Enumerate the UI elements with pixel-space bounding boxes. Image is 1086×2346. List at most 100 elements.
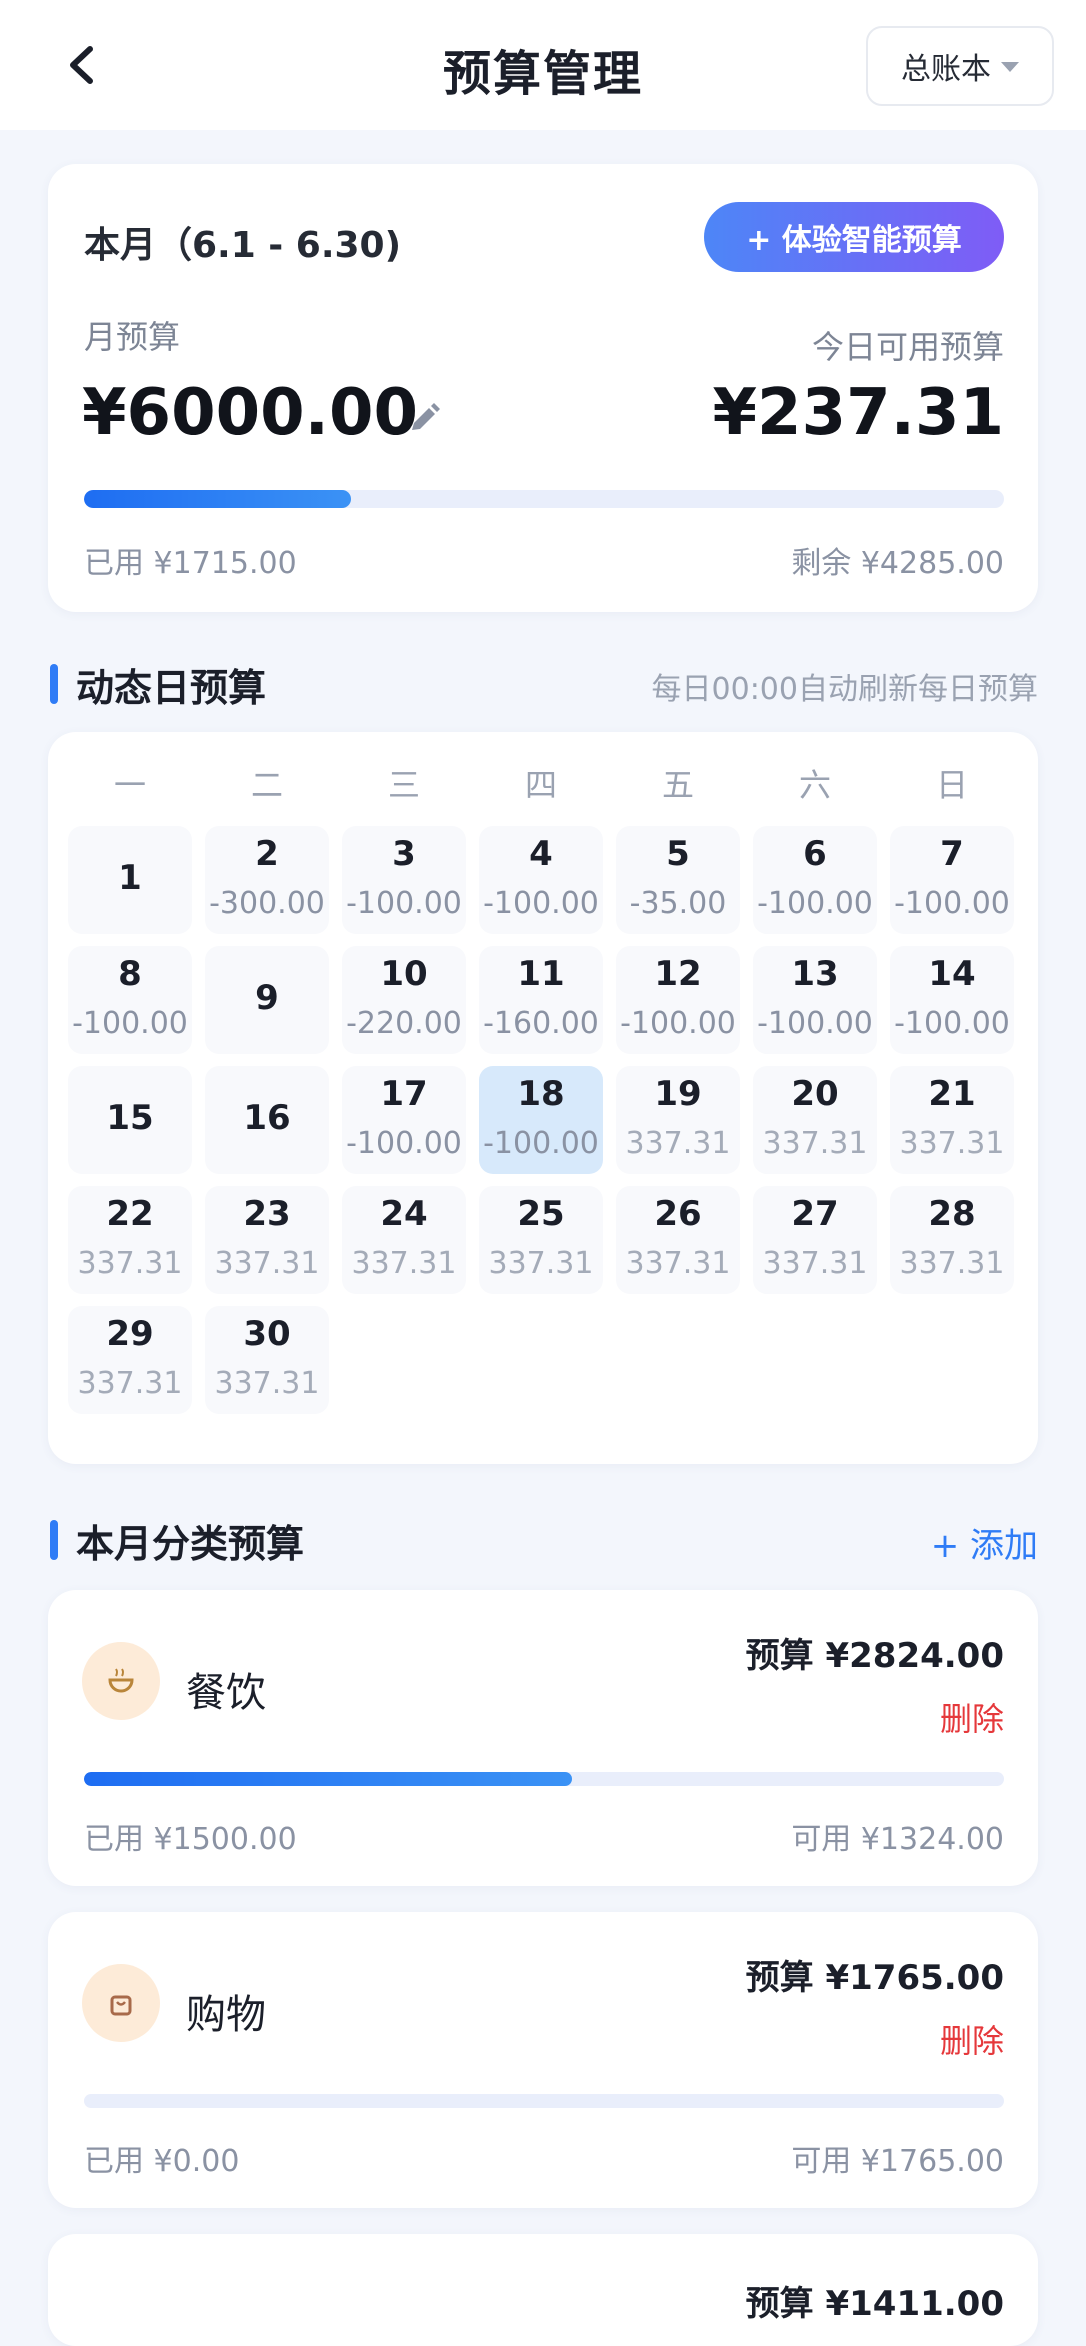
day-number: 22 (106, 1194, 154, 1234)
pencil-icon (412, 403, 440, 430)
category-budget-title: 本月分类预算 (76, 1521, 305, 1566)
weekday-label: 一 (113, 766, 146, 804)
weekday-label: 六 (798, 766, 831, 804)
calendar-day[interactable]: 7 -100.00 (890, 826, 1014, 934)
day-number: 14 (928, 954, 976, 994)
category-card-food[interactable]: 餐饮 预算 ¥2824.00 删除 已用 ¥1500.00 可用 ¥1324.0… (48, 1590, 1038, 1886)
day-amount: -100.00 (483, 886, 599, 921)
day-amount: -100.00 (894, 1006, 1010, 1041)
day-amount: 337.31 (488, 1246, 594, 1281)
day-number: 21 (928, 1074, 976, 1114)
day-number: 13 (791, 954, 839, 994)
weekday-label: 三 (387, 766, 420, 804)
today-budget-label: 今日可用预算 (811, 328, 1004, 366)
month-progress-fill (84, 490, 351, 508)
calendar-day[interactable]: 10 -220.00 (342, 946, 466, 1054)
day-amount: 337.31 (899, 1126, 1005, 1161)
day-number: 20 (791, 1074, 839, 1114)
day-number: 2 (255, 834, 279, 874)
category-progress-bar (84, 1772, 1004, 1786)
today-budget-amount: ¥237.31 (712, 376, 1005, 450)
calendar-day[interactable]: 13 -100.00 (753, 946, 877, 1054)
calendar-day[interactable]: 9 (205, 946, 329, 1054)
calendar-day[interactable]: 5 -35.00 (616, 826, 740, 934)
day-amount: 337.31 (762, 1246, 868, 1281)
day-number: 27 (791, 1194, 839, 1234)
category-budget: 预算 ¥1765.00 (745, 1958, 1004, 1998)
day-number: 7 (940, 834, 964, 874)
day-number: 1 (118, 858, 142, 898)
calendar-day[interactable]: 25 337.31 (479, 1186, 603, 1294)
day-amount: 337.31 (214, 1246, 320, 1281)
calendar-day[interactable]: 28 337.31 (890, 1186, 1014, 1294)
monthly-budget-card: 本月（6.1 - 6.30) + 体验智能预算 月预算 今日可用预算 ¥6000… (48, 164, 1038, 612)
period-label: 本月（6.1 - 6.30) (84, 225, 402, 266)
month-remaining: 剩余 ¥4285.00 (791, 546, 1004, 581)
day-number: 8 (118, 954, 142, 994)
delete-category-button[interactable]: 删除 (940, 1694, 1004, 1740)
calendar-day[interactable]: 17 -100.00 (342, 1066, 466, 1174)
calendar-day[interactable]: 22 337.31 (68, 1186, 192, 1294)
day-amount: 337.31 (625, 1246, 731, 1281)
calendar-day[interactable]: 26 337.31 (616, 1186, 740, 1294)
category-budget-header: 本月分类预算 (50, 1518, 304, 1566)
month-budget-amount: ¥6000.00 (82, 376, 419, 450)
calendar-day[interactable]: 23 337.31 (205, 1186, 329, 1294)
calendar-day[interactable]: 3 -100.00 (342, 826, 466, 934)
smart-budget-button[interactable]: + 体验智能预算 (704, 202, 1004, 272)
edit-budget-button[interactable] (404, 400, 444, 440)
calendar-day[interactable]: 1 (68, 826, 192, 934)
day-amount: -160.00 (483, 1006, 599, 1041)
delete-category-button[interactable]: 删除 (940, 2016, 1004, 2062)
calendar-day[interactable]: 12 -100.00 (616, 946, 740, 1054)
calendar-day[interactable]: 14 -100.00 (890, 946, 1014, 1054)
calendar-day[interactable]: 24 337.31 (342, 1186, 466, 1294)
day-amount: 337.31 (899, 1246, 1005, 1281)
day-amount: -100.00 (757, 886, 873, 921)
calendar-day[interactable]: 11 -160.00 (479, 946, 603, 1054)
day-number: 6 (803, 834, 827, 874)
calendar-day[interactable]: 6 -100.00 (753, 826, 877, 934)
day-number: 26 (654, 1194, 702, 1234)
calendar-day[interactable]: 2 -300.00 (205, 826, 329, 934)
day-amount: 337.31 (77, 1246, 183, 1281)
day-amount: -100.00 (346, 886, 462, 921)
daily-budget-calendar: 一二三四五六日 1 2 -300.00 3 -100.00 4 -100.00 5 -35.00 6… (48, 732, 1038, 1464)
calendar-day-today[interactable]: 18 -100.00 (479, 1066, 603, 1174)
category-budget: 预算 ¥1411.00 (745, 2284, 1004, 2324)
day-amount: 337.31 (762, 1126, 868, 1161)
day-amount: 337.31 (351, 1246, 457, 1281)
day-number: 30 (243, 1314, 291, 1354)
day-amount: -100.00 (346, 1126, 462, 1161)
calendar-day[interactable]: 4 -100.00 (479, 826, 603, 934)
food-bowl-icon (82, 1642, 160, 1720)
top-bar: 预算管理 总账本 (0, 0, 1086, 130)
calendar-day[interactable]: 8 -100.00 (68, 946, 192, 1054)
calendar-day[interactable]: 27 337.31 (753, 1186, 877, 1294)
add-category-button[interactable]: + 添加 (931, 1518, 1038, 1567)
day-number: 9 (255, 978, 279, 1018)
calendar-day[interactable]: 29 337.31 (68, 1306, 192, 1414)
category-card-shopping[interactable]: 购物 预算 ¥1765.00 删除 已用 ¥0.00 可用 ¥1765.00 (48, 1912, 1038, 2208)
category-progress-bar (84, 2094, 1004, 2108)
day-amount: -300.00 (209, 886, 325, 921)
day-number: 23 (243, 1194, 291, 1234)
calendar-day[interactable]: 16 (205, 1066, 329, 1174)
day-number: 10 (380, 954, 428, 994)
day-amount: -100.00 (72, 1006, 188, 1041)
day-number: 3 (392, 834, 416, 874)
calendar-day[interactable]: 30 337.31 (205, 1306, 329, 1414)
category-card-partial[interactable]: 预算 ¥1411.00 (48, 2234, 1038, 2346)
calendar-day[interactable]: 15 (68, 1066, 192, 1174)
category-available: 可用 ¥1324.00 (791, 1822, 1004, 1857)
category-used: 已用 ¥0.00 (84, 2144, 240, 2179)
calendar-day[interactable]: 20 337.31 (753, 1066, 877, 1174)
day-amount: -220.00 (346, 1006, 462, 1041)
calendar-day[interactable]: 19 337.31 (616, 1066, 740, 1174)
day-number: 4 (529, 834, 553, 874)
section-marker (50, 664, 58, 704)
ledger-selector[interactable]: 总账本 (866, 26, 1054, 106)
calendar-day[interactable]: 21 337.31 (890, 1066, 1014, 1174)
day-amount: -100.00 (620, 1006, 736, 1041)
day-amount: -35.00 (629, 886, 727, 921)
